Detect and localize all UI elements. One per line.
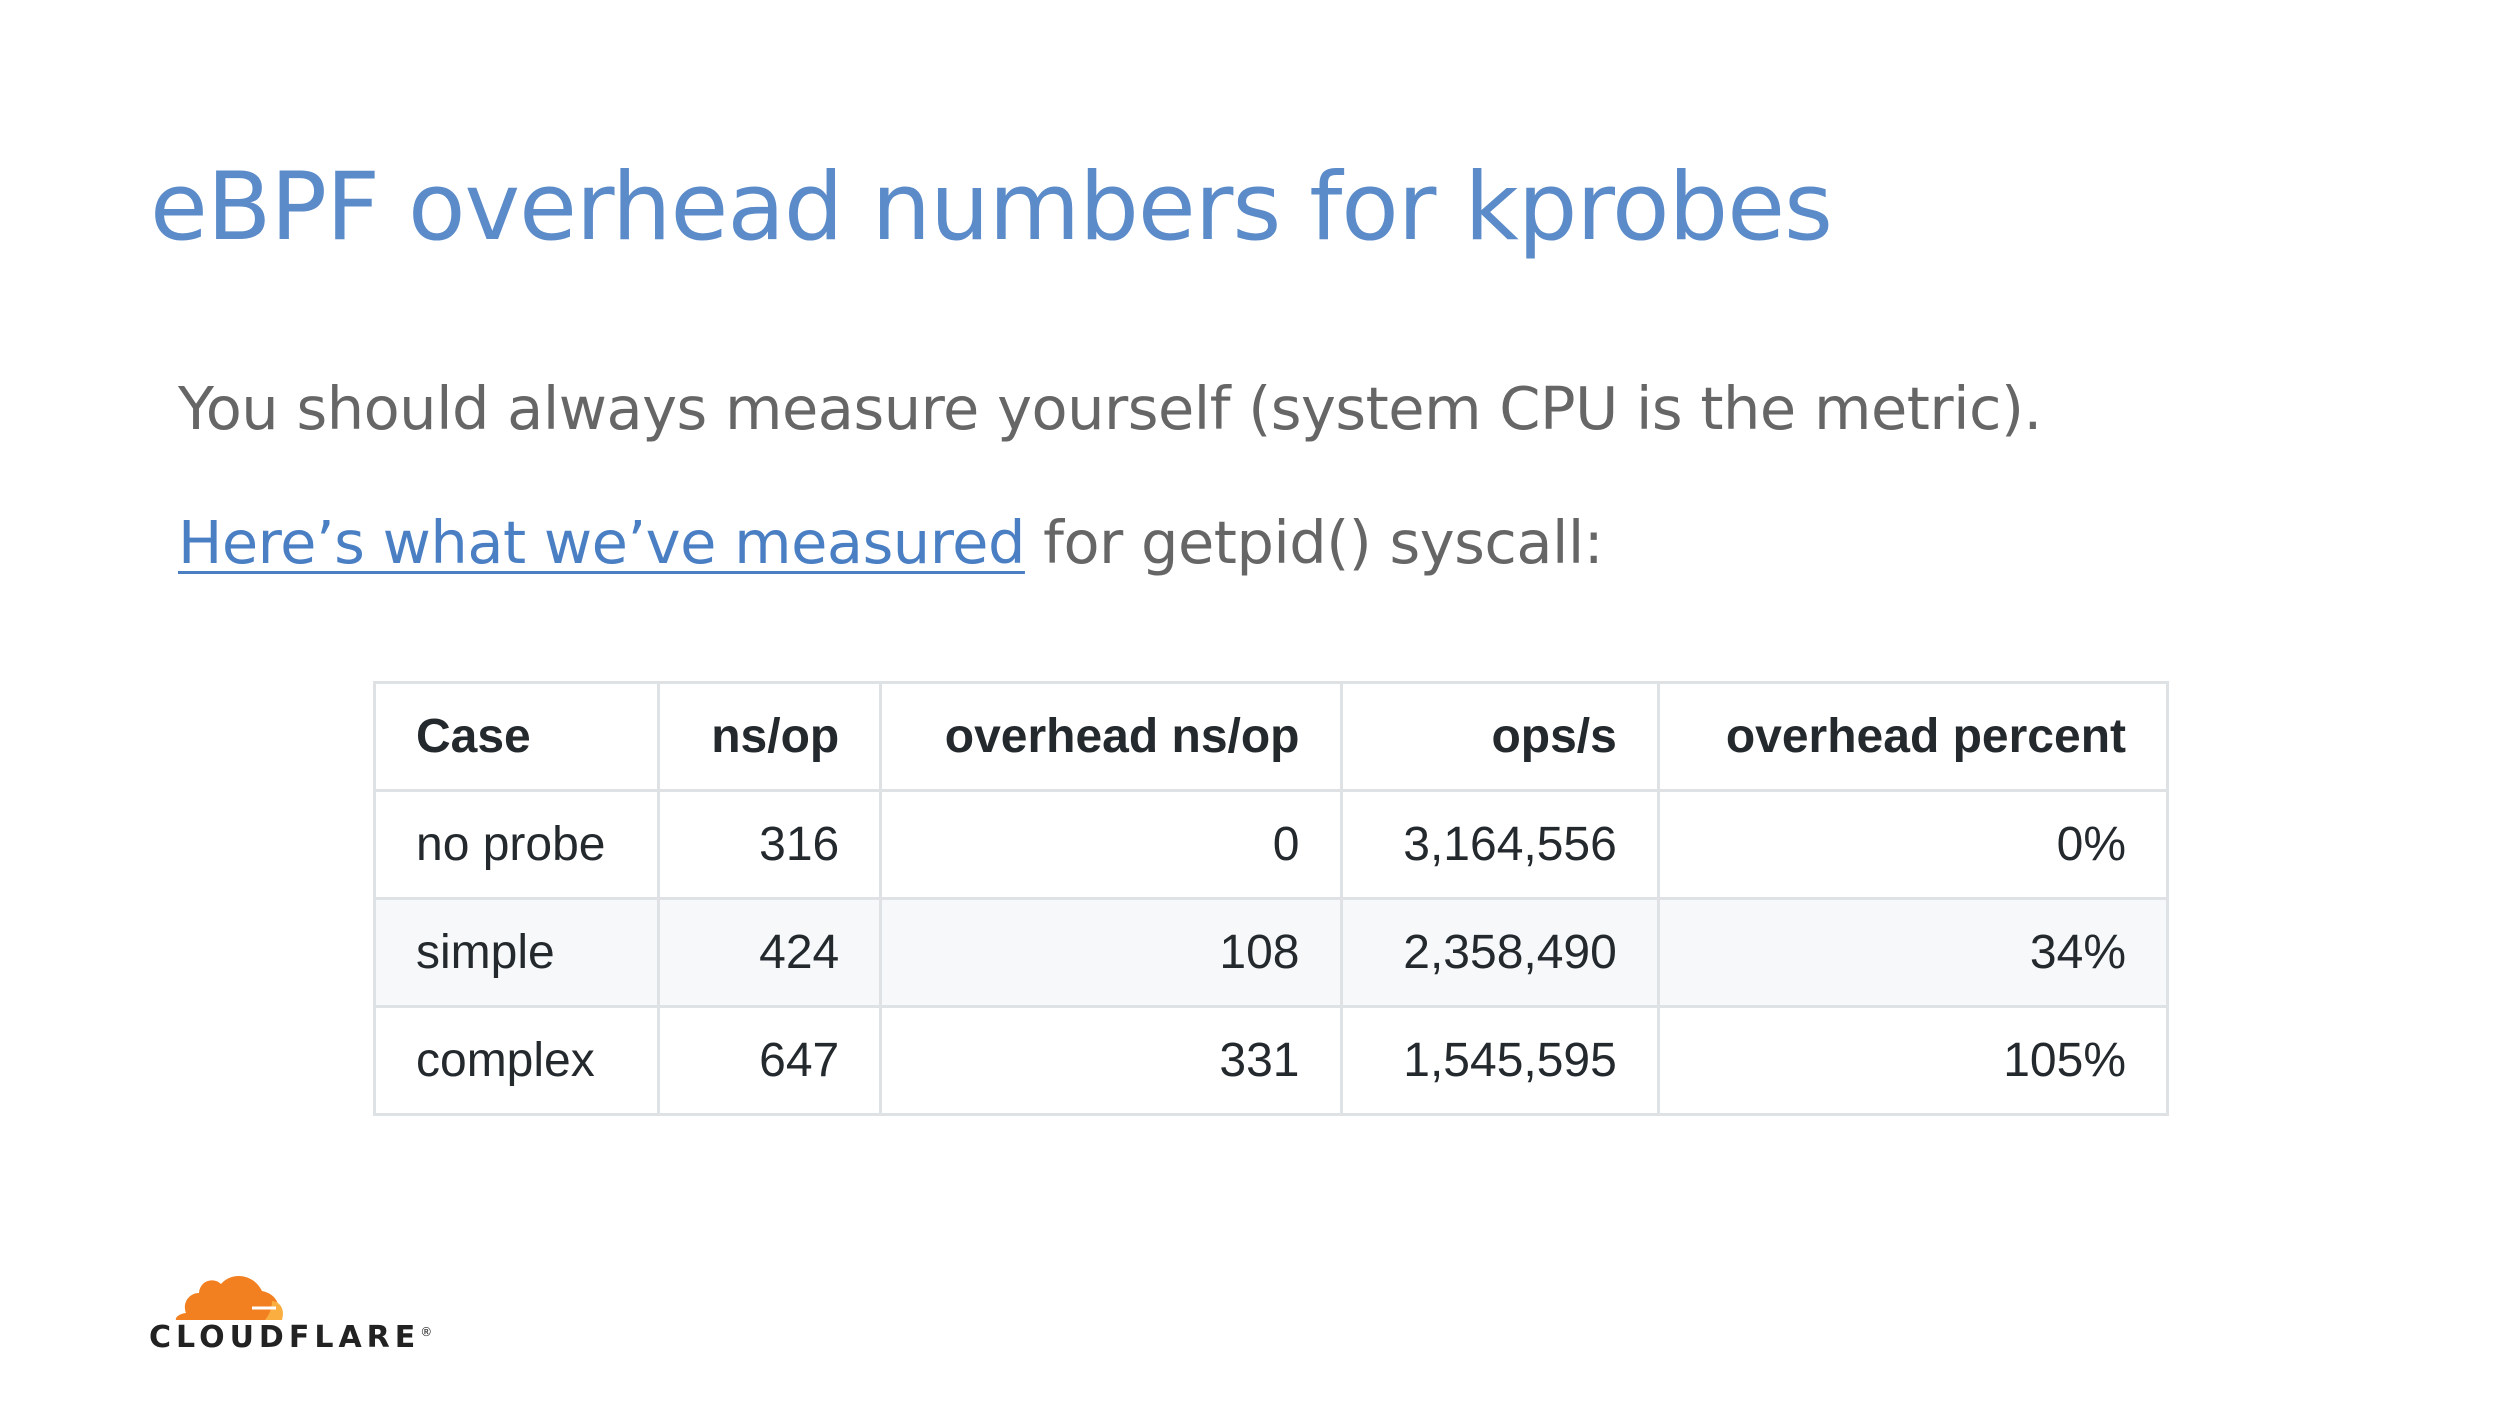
body-text-measure: You should always measure yourself (syst… [178,374,2042,443]
body-text-measured: Here’s what we’ve measured for getpid() … [178,503,1604,583]
header-overhead-ns-op: overhead ns/op [879,681,1343,792]
overhead-table: Case ns/op overhead ns/op ops/s overhead… [373,681,2170,1116]
cell-ops-s: 2,358,490 [1339,897,1660,1008]
cell-ns-op: 647 [656,1005,883,1116]
cell-ns-op: 424 [656,897,883,1008]
header-ops-s: ops/s [1339,681,1660,792]
cell-ns-op: 316 [656,789,883,900]
cloudflare-wordmark: CLOUDFLARE® [149,1320,432,1355]
measured-link[interactable]: Here’s what we’ve measured [178,508,1025,577]
header-overhead-percent: overhead percent [1656,681,2170,792]
cell-case: complex [373,1005,660,1116]
slide-title: eBPF overhead numbers for kprobes [150,153,1833,262]
cell-ops-s: 3,164,556 [1339,789,1660,900]
registered-mark: ® [420,1325,433,1339]
cell-overhead-percent: 34% [1656,897,2170,1008]
table-row: simple 424 108 2,358,490 34% [373,897,2170,1008]
cell-overhead-ns-op: 0 [879,789,1343,900]
cell-overhead-ns-op: 108 [879,897,1343,1008]
cell-ops-s: 1,545,595 [1339,1005,1660,1116]
logo-text: CLOUDFLARE [149,1320,421,1355]
table-row: complex 647 331 1,545,595 105% [373,1005,2170,1116]
table-header-row: Case ns/op overhead ns/op ops/s overhead… [373,681,2170,792]
cell-overhead-percent: 105% [1656,1005,2170,1116]
cell-case: simple [373,897,660,1008]
header-case: Case [373,681,660,792]
header-ns-op: ns/op [656,681,883,792]
measured-suffix: for getpid() syscall: [1024,508,1604,577]
cell-case: no probe [373,789,660,900]
table-row: no probe 316 0 3,164,556 0% [373,789,2170,900]
cell-overhead-ns-op: 331 [879,1005,1343,1116]
cell-overhead-percent: 0% [1656,789,2170,900]
